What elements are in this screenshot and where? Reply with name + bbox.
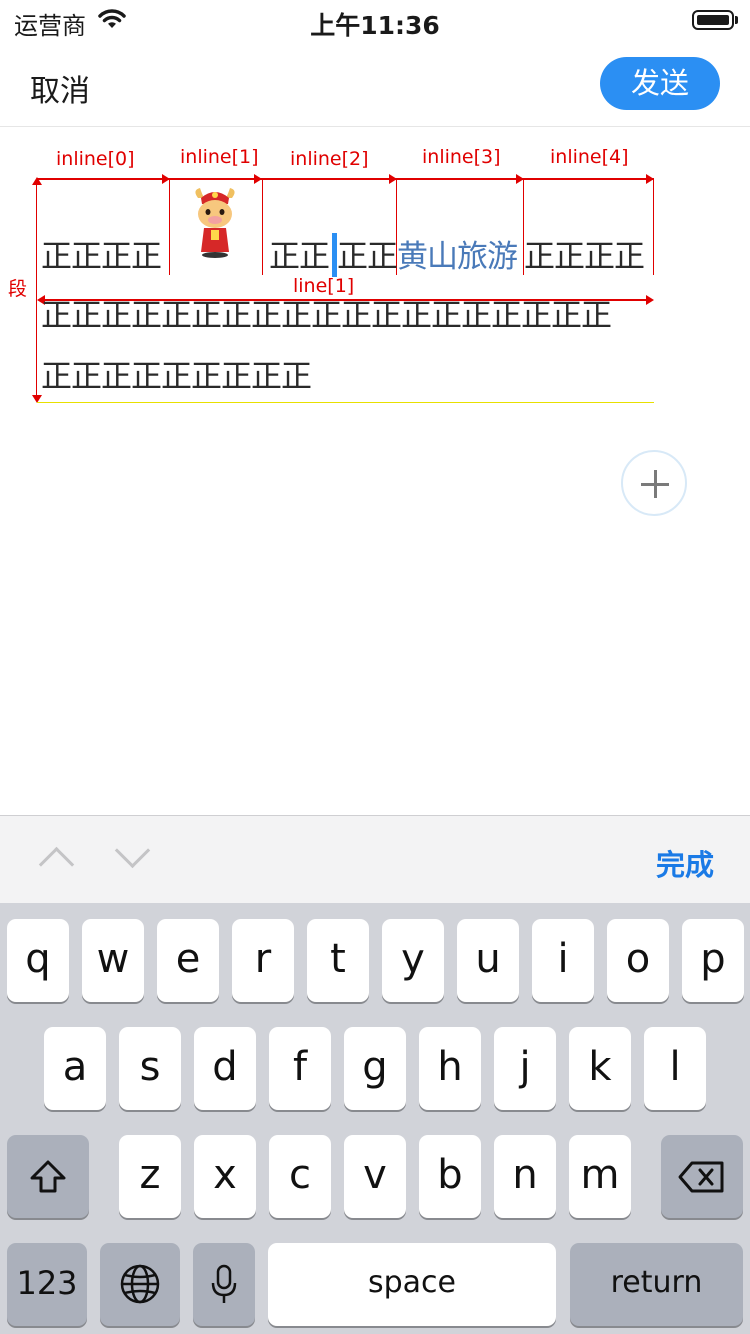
inline-0-text: 正正正正 — [41, 239, 162, 275]
status-bar: 运营商 上午11:36 — [0, 0, 750, 40]
shift-icon — [30, 1160, 66, 1193]
microphone-icon — [211, 1264, 237, 1303]
inline-4-span-line — [524, 178, 654, 180]
inline-3-span-line — [397, 178, 523, 180]
key-d[interactable]: d — [194, 1027, 256, 1110]
delete-key[interactable] — [661, 1135, 743, 1218]
key-y[interactable]: y — [382, 919, 444, 1002]
globe-key[interactable] — [100, 1243, 180, 1326]
key-h[interactable]: h — [419, 1027, 481, 1110]
nav-bar: 取消 发送 — [0, 40, 750, 127]
inline-2-span-line — [263, 178, 396, 180]
keyboard: q w e r t y u i o p a s d f g h j k l z … — [0, 903, 750, 1334]
send-button[interactable]: 发送 — [600, 57, 720, 110]
inline-0-span-line — [37, 178, 169, 180]
key-e[interactable]: e — [157, 919, 219, 1002]
key-j[interactable]: j — [494, 1027, 556, 1110]
battery-cap — [735, 16, 738, 24]
inline-label-2: inline[2] — [290, 148, 369, 170]
backspace-icon — [678, 1161, 724, 1193]
paragraph-height-line — [36, 183, 37, 399]
text-line-2: 正正正正正正正正正 — [41, 359, 312, 395]
return-key[interactable]: return — [570, 1243, 743, 1326]
inline-2-text-b: 正正 — [337, 239, 398, 275]
inline-divider — [653, 178, 654, 275]
key-p[interactable]: p — [682, 919, 744, 1002]
inline-2-text-a: 正正 — [269, 239, 330, 275]
inline-label-0: inline[0] — [56, 148, 135, 170]
key-u[interactable]: u — [457, 919, 519, 1002]
dictation-key[interactable] — [193, 1243, 255, 1326]
cartoon-ox-sticker-icon — [195, 188, 235, 258]
key-b[interactable]: b — [419, 1135, 481, 1218]
inline-divider — [262, 178, 263, 275]
keyboard-toolbar: 完成 — [0, 815, 750, 903]
key-l[interactable]: l — [644, 1027, 706, 1110]
key-t[interactable]: t — [307, 919, 369, 1002]
inline-link-huangshan[interactable]: 黄山旅游 — [397, 240, 518, 274]
cancel-button[interactable]: 取消 — [30, 66, 90, 110]
shift-key[interactable] — [7, 1135, 89, 1218]
inline-1-span-line — [170, 178, 262, 180]
globe-icon — [120, 1264, 160, 1304]
space-key[interactable]: space — [268, 1243, 556, 1326]
key-r[interactable]: r — [232, 919, 294, 1002]
key-f[interactable]: f — [269, 1027, 331, 1110]
inline-label-3: inline[3] — [422, 146, 501, 168]
key-v[interactable]: v — [344, 1135, 406, 1218]
paragraph-bottom-line — [37, 402, 654, 403]
key-c[interactable]: c — [269, 1135, 331, 1218]
key-x[interactable]: x — [194, 1135, 256, 1218]
clock: 上午11:36 — [310, 11, 440, 40]
chevron-up-icon[interactable] — [38, 846, 75, 883]
inline-label-1: inline[1] — [180, 146, 259, 168]
arrow-right-icon — [254, 174, 262, 184]
key-g[interactable]: g — [344, 1027, 406, 1110]
key-a[interactable]: a — [44, 1027, 106, 1110]
key-q[interactable]: q — [7, 919, 69, 1002]
key-s[interactable]: s — [119, 1027, 181, 1110]
key-i[interactable]: i — [532, 919, 594, 1002]
inline-divider — [169, 178, 170, 275]
arrow-up-icon — [32, 177, 42, 185]
battery-icon — [692, 10, 734, 30]
paragraph-label: 段 — [8, 278, 28, 300]
arrow-right-icon — [646, 295, 654, 305]
key-n[interactable]: n — [494, 1135, 556, 1218]
line-label: line[1] — [293, 275, 355, 297]
text-line-1: 正正正正正正正正正正正正正正正正正正正 — [41, 298, 612, 334]
key-w[interactable]: w — [82, 919, 144, 1002]
key-m[interactable]: m — [569, 1135, 631, 1218]
key-o[interactable]: o — [607, 919, 669, 1002]
numbers-key[interactable]: 123 — [7, 1243, 87, 1326]
inline-4-text: 正正正正 — [524, 239, 645, 275]
add-button[interactable] — [621, 450, 687, 516]
chevron-down-icon[interactable] — [114, 832, 151, 869]
done-button[interactable]: 完成 — [656, 842, 714, 884]
key-z[interactable]: z — [119, 1135, 181, 1218]
inline-label-4: inline[4] — [550, 146, 629, 168]
rich-text-editor[interactable]: inline[0] inline[1] inline[2] inline[3] … — [0, 127, 750, 815]
key-k[interactable]: k — [569, 1027, 631, 1110]
